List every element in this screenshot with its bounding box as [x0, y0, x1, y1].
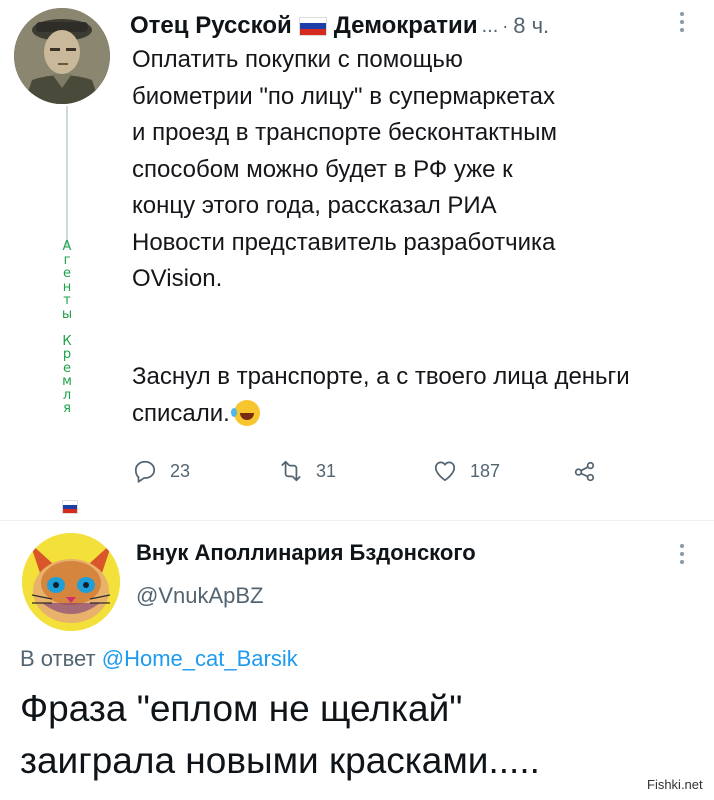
share-button[interactable]	[572, 458, 610, 484]
vertical-caption-letter	[65, 321, 69, 335]
share-icon	[574, 461, 595, 482]
vertical-caption-letter: е	[63, 266, 71, 281]
retweet-button[interactable]: 31	[278, 458, 432, 484]
soldier-portrait-icon	[14, 8, 110, 104]
vertical-caption: Агенты Кремля	[56, 240, 78, 416]
tweet-timestamp[interactable]: 8 ч.	[513, 13, 549, 39]
vertical-caption-letter: н	[62, 279, 72, 295]
vertical-caption-letter: м	[62, 374, 72, 389]
reply-prefix: В ответ	[20, 646, 96, 671]
tweet-text: Фраза "еплом не щелкай" заиграла новыми …	[20, 683, 710, 787]
separator-dot: ·	[502, 15, 509, 36]
tweet-text-joke: Заснул в транспорте, а с твоего лица ден…	[132, 359, 698, 432]
tweet-text: Оплатить покупки с помощью биометрии "по…	[132, 46, 558, 292]
author-name-rest[interactable]: Демократии	[334, 12, 478, 40]
vertical-caption-letter: я	[63, 401, 71, 416]
author-avatar[interactable]	[22, 533, 120, 631]
russian-flag-icon	[298, 16, 327, 36]
watermark: Fishki.net	[645, 776, 705, 793]
retweet-count: 31	[316, 460, 337, 481]
vertical-caption-letter: л	[62, 387, 72, 403]
more-options-icon[interactable]	[672, 8, 692, 38]
like-button[interactable]: 187	[432, 458, 572, 484]
reply-mention-link[interactable]: @Home_cat_Barsik	[102, 646, 298, 671]
tweet-divider	[0, 520, 714, 521]
reply-button[interactable]: 23	[132, 458, 278, 484]
vertical-caption-letter: А	[62, 239, 72, 254]
russian-flag-icon	[62, 500, 78, 514]
reply-count: 23	[170, 460, 191, 481]
cat-avatar-icon	[22, 533, 120, 631]
more-options-icon[interactable]	[672, 540, 692, 570]
vertical-caption-letter: г	[63, 252, 71, 268]
vertical-caption-letter: е	[63, 360, 71, 376]
thread-line	[66, 106, 68, 246]
heart-icon	[434, 461, 456, 482]
reply-icon	[134, 460, 156, 483]
joke-text: Заснул в транспорте, а с твоего лица ден…	[132, 363, 630, 427]
vertical-caption-letter: К	[62, 333, 72, 349]
author-name[interactable]: Отец Русской	[130, 12, 292, 40]
name-ellipsis: ...	[481, 14, 499, 37]
author-handle[interactable]: @VnukApBZ	[136, 583, 264, 609]
vertical-caption-letter: т	[63, 293, 71, 308]
tweet-actions: 23 31 187	[132, 454, 612, 488]
retweet-icon	[281, 460, 301, 482]
vertical-caption-letter: р	[62, 347, 72, 362]
author-avatar[interactable]	[14, 8, 110, 104]
vertical-caption-letter: ы	[61, 306, 73, 322]
tweet-header: Отец Русской Демократии ... · 8 ч.	[130, 10, 690, 42]
reply-context: В ответ @Home_cat_Barsik	[20, 646, 298, 672]
tweet-text-line1: Фраза "еплом не щелкай"	[20, 688, 463, 729]
like-count: 187	[470, 460, 501, 481]
rolling-on-floor-laughing-emoji-icon	[230, 399, 260, 426]
author-name[interactable]: Внук Аполлинария Бздонского	[136, 540, 476, 566]
tweet-text-line2: заиграла новыми красками.....	[20, 740, 540, 781]
